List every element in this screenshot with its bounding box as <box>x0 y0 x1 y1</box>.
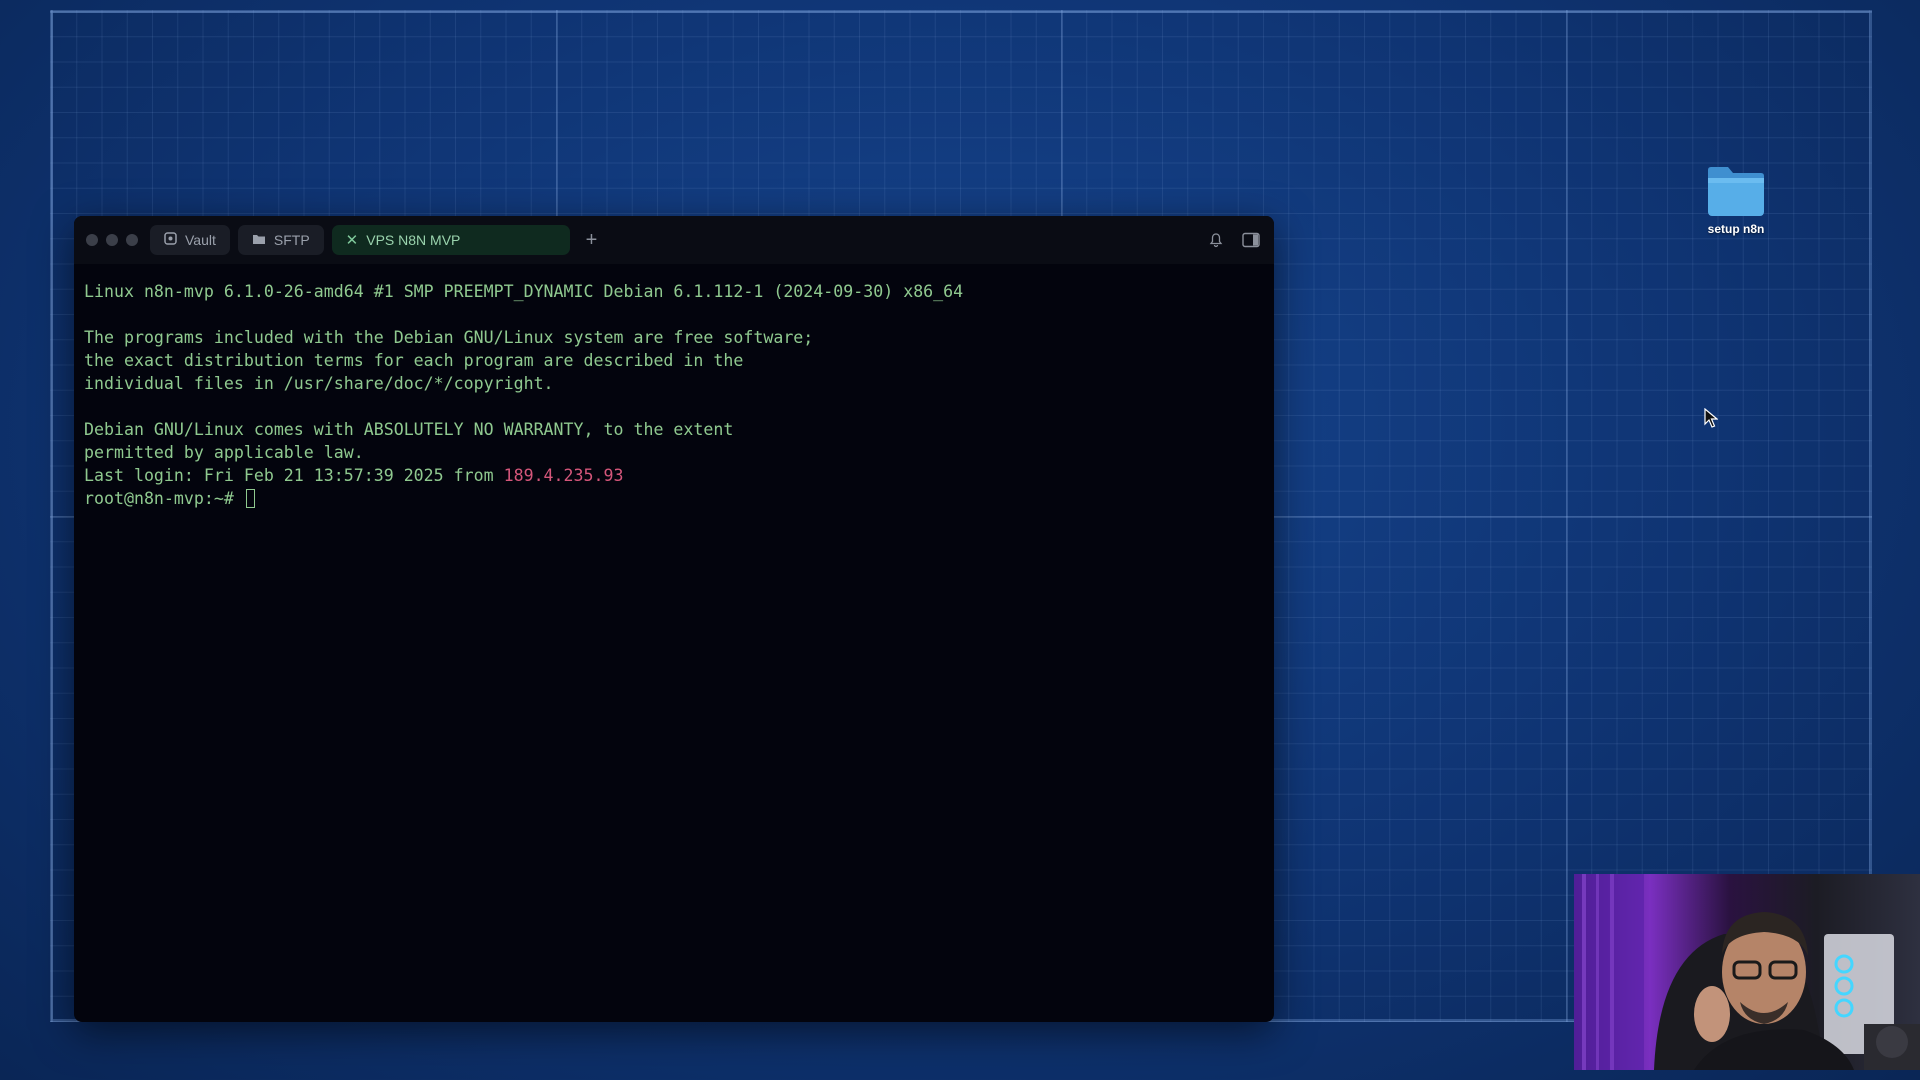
sidebar-toggle-icon[interactable] <box>1242 232 1260 248</box>
last-login-line: Last login: Fri Feb 21 13:57:39 2025 fro… <box>84 464 1264 487</box>
motd-line: the exact distribution terms for each pr… <box>84 351 744 370</box>
last-login-text: Last login: Fri Feb 21 13:57:39 2025 fro… <box>84 466 504 485</box>
warranty-line: Debian GNU/Linux comes with ABSOLUTELY N… <box>84 420 734 439</box>
tab-vault[interactable]: Vault <box>150 225 230 255</box>
warranty-line: permitted by applicable law. <box>84 443 364 462</box>
tab-label: Vault <box>185 232 216 248</box>
mouse-pointer-icon <box>1704 407 1719 433</box>
terminal-titlebar[interactable]: Vault SFTP ✕ VPS N8N MVP + <box>74 216 1274 264</box>
vault-icon <box>164 232 177 248</box>
terminal-window[interactable]: Vault SFTP ✕ VPS N8N MVP + Linux n8n-mvp… <box>74 216 1274 1022</box>
shell-prompt: root@n8n-mvp:~# <box>84 489 244 508</box>
tab-sftp[interactable]: SFTP <box>237 225 324 255</box>
terminal-output[interactable]: Linux n8n-mvp 6.1.0-26-amd64 #1 SMP PREE… <box>74 264 1274 526</box>
tab-label: VPS N8N MVP <box>366 232 461 248</box>
window-controls <box>86 234 138 246</box>
last-login-ip: 189.4.235.93 <box>503 466 624 485</box>
uname-line: Linux n8n-mvp 6.1.0-26-amd64 #1 SMP PREE… <box>84 282 964 301</box>
text-cursor <box>245 489 255 508</box>
webcam-scene <box>1574 874 1920 1070</box>
close-window-button[interactable] <box>86 234 98 246</box>
motd-line: The programs included with the Debian GN… <box>84 328 814 347</box>
minimize-window-button[interactable] <box>106 234 118 246</box>
prompt-line[interactable]: root@n8n-mvp:~# <box>84 487 1264 510</box>
bell-icon[interactable] <box>1208 232 1224 248</box>
folder-label: setup n8n <box>1707 222 1765 236</box>
maximize-window-button[interactable] <box>126 234 138 246</box>
webcam-overlay <box>1574 874 1920 1070</box>
desktop-folder-setup-n8n[interactable]: setup n8n <box>1698 164 1774 236</box>
tab-label: SFTP <box>273 232 310 248</box>
folder-icon <box>252 233 266 248</box>
folder-icon <box>1705 164 1767 218</box>
close-icon[interactable]: ✕ <box>346 231 359 249</box>
tab-vps-n8n-mvp[interactable]: ✕ VPS N8N MVP <box>331 225 570 255</box>
motd-line: individual files in /usr/share/doc/*/cop… <box>84 374 554 393</box>
add-tab-button[interactable]: + <box>586 229 598 252</box>
